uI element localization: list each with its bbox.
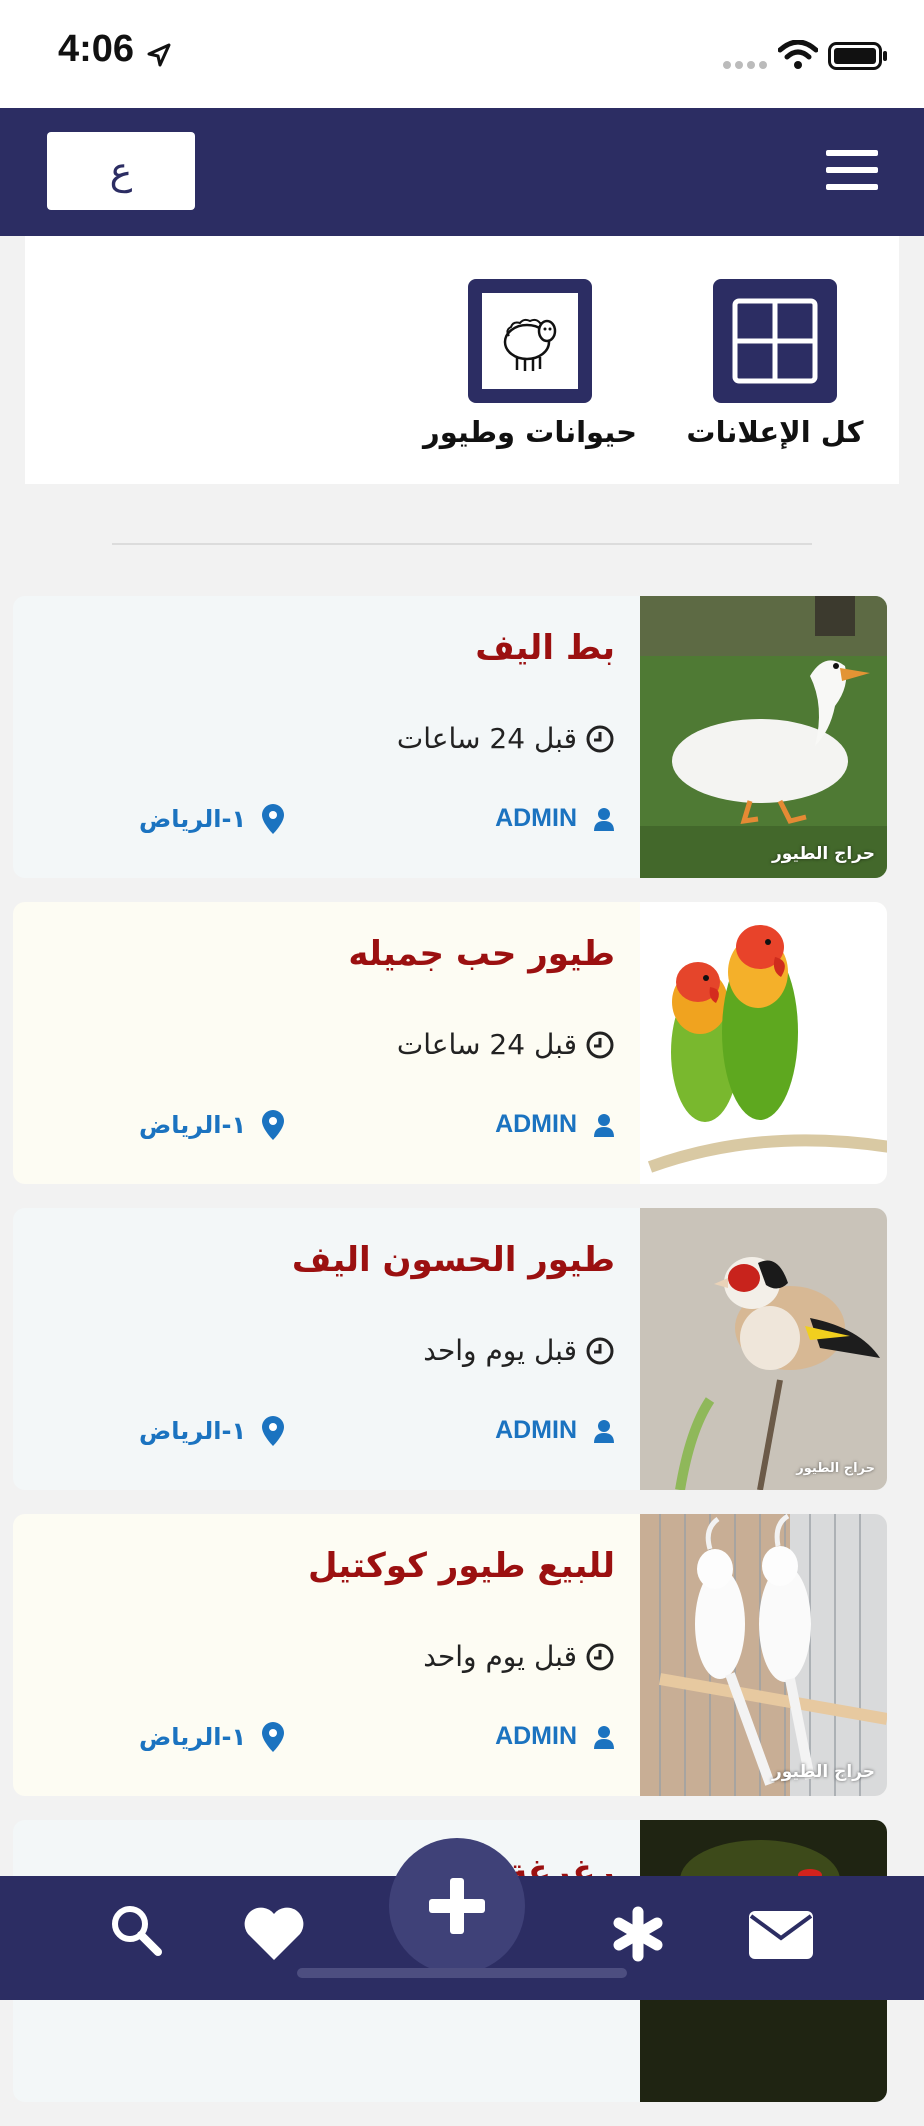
ad-location-text: ١-الرياض: [139, 1111, 247, 1139]
language-button[interactable]: ع: [47, 132, 195, 210]
ad-location[interactable]: ١-الرياض: [139, 1722, 285, 1752]
ad-location[interactable]: ١-الرياض: [139, 1110, 285, 1140]
user-icon: [594, 807, 614, 831]
ad-time-text: قبل 24 ساعات: [396, 1028, 577, 1061]
ad-watermark: حراج الطيور: [772, 1762, 875, 1782]
home-indicator[interactable]: [297, 1968, 627, 1978]
ad-title[interactable]: طيور حب جميله: [348, 934, 615, 974]
ad-image-goldfinch[interactable]: حراج الطيور: [640, 1208, 887, 1490]
ad-title[interactable]: للبيع طيور كوكتيل: [308, 1546, 615, 1586]
ad-location-text: ١-الرياض: [139, 1723, 247, 1751]
ad-time-text: قبل يوم واحد: [423, 1640, 577, 1673]
ad-user[interactable]: ADMIN: [495, 1722, 615, 1751]
ad-time: قبل 24 ساعات: [397, 1028, 615, 1061]
ad-time-text: قبل يوم واحد: [423, 1334, 577, 1367]
ad-time: قبل يوم واحد: [423, 1640, 615, 1673]
signal-icon: [723, 61, 767, 69]
ad-image-lovebirds[interactable]: [640, 902, 887, 1184]
ad-card[interactable]: طيور حب جميله قبل 24 ساعات ADMIN ١-الريا…: [13, 902, 887, 1184]
ad-watermark: حراج الطيور: [796, 1461, 875, 1476]
ad-user[interactable]: ADMIN: [495, 804, 615, 833]
clock-icon: [586, 1337, 614, 1364]
divider: [112, 543, 812, 545]
category-all-ads[interactable]: كل الإعلانات: [665, 279, 885, 449]
location-arrow-icon: [147, 43, 171, 67]
ad-card[interactable]: حراج الطيور للبيع طيور كوكتيل قبل يوم وا…: [13, 1514, 887, 1796]
heart-icon[interactable]: [242, 1906, 306, 1962]
ad-image-cockatiel[interactable]: حراج الطيور: [640, 1514, 887, 1796]
ad-location-text: ١-الرياض: [139, 805, 247, 833]
mail-icon[interactable]: [748, 1910, 814, 1960]
ad-title[interactable]: بط اليف: [475, 628, 615, 668]
user-icon: [594, 1725, 614, 1749]
user-icon: [594, 1419, 614, 1443]
ad-title[interactable]: طيور الحسون اليف: [292, 1240, 615, 1280]
ad-watermark: حراج الطيور: [772, 844, 875, 864]
ad-time: قبل يوم واحد: [423, 1334, 615, 1367]
asterisk-icon[interactable]: [610, 1906, 666, 1962]
map-pin-icon: [262, 1110, 285, 1140]
user-icon: [594, 1113, 614, 1137]
sheep-icon: [482, 293, 578, 389]
ad-location-text: ١-الرياض: [139, 1417, 247, 1445]
ad-user[interactable]: ADMIN: [495, 1416, 615, 1445]
search-icon[interactable]: [108, 1902, 164, 1958]
category-animals-birds[interactable]: حيوانات وطيور: [420, 279, 640, 449]
map-pin-icon: [262, 1722, 285, 1752]
ad-location[interactable]: ١-الرياض: [139, 1416, 285, 1446]
ad-user-name: ADMIN: [495, 1722, 577, 1750]
ad-card[interactable]: حراج الطيور بط اليف قبل 24 ساعات ADMIN ١…: [13, 596, 887, 878]
clock-icon: [586, 1643, 614, 1670]
ad-card[interactable]: حراج الطيور طيور الحسون اليف قبل يوم واح…: [13, 1208, 887, 1490]
ad-location[interactable]: ١-الرياض: [139, 804, 285, 834]
ad-time: قبل 24 ساعات: [397, 722, 615, 755]
category-panel: كل الإعلانات حيوانات وطيور: [25, 236, 899, 484]
battery-icon: [828, 42, 887, 70]
map-pin-icon: [262, 1416, 285, 1446]
clock-icon: [586, 725, 614, 752]
add-ad-button[interactable]: [389, 1838, 525, 1974]
category-label: حيوانات وطيور: [423, 415, 637, 449]
category-box: [468, 279, 592, 403]
ad-user-name: ADMIN: [495, 1416, 577, 1444]
grid-icon: [713, 279, 837, 403]
clock-icon: [586, 1031, 614, 1058]
status-bar: 4:06: [0, 0, 924, 108]
status-time: 4:06: [58, 28, 135, 70]
ad-time-text: قبل 24 ساعات: [396, 722, 577, 755]
wifi-icon: [778, 40, 818, 69]
ad-user-name: ADMIN: [495, 1110, 577, 1138]
add-icon: [429, 1878, 485, 1934]
app-header: ع: [0, 108, 924, 236]
hamburger-menu-icon[interactable]: [826, 150, 878, 190]
ad-user[interactable]: ADMIN: [495, 1110, 615, 1139]
ad-image-duck[interactable]: حراج الطيور: [640, 596, 887, 878]
ad-user-name: ADMIN: [495, 804, 577, 832]
category-label: كل الإعلانات: [686, 415, 864, 449]
map-pin-icon: [262, 804, 285, 834]
